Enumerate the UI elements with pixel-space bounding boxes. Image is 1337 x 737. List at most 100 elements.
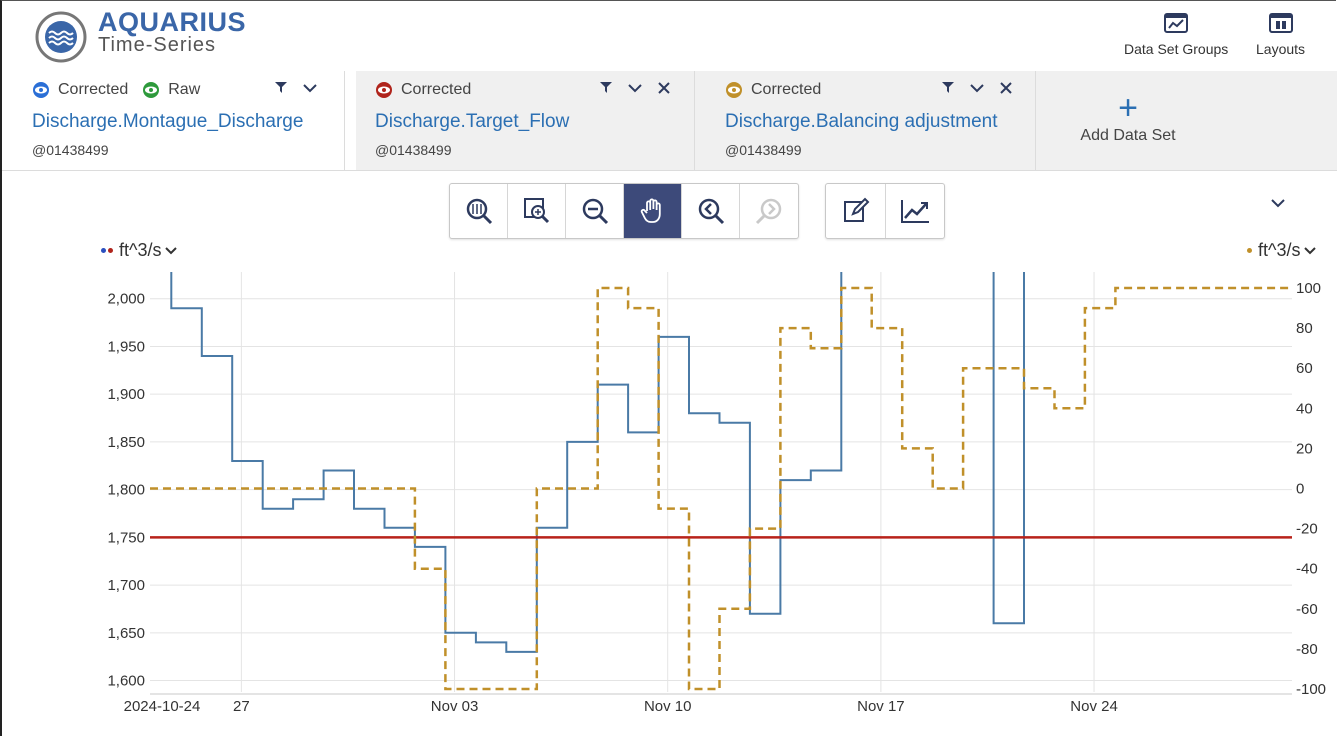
zoom-next-icon <box>755 198 782 225</box>
x-tick-label: 27 <box>233 698 250 715</box>
site-id: @01438499 <box>375 142 452 158</box>
data-set-groups-label: Data Set Groups <box>1124 41 1229 57</box>
x-tick-label: 2024-10-24 <box>124 698 201 715</box>
brand: AQUARIUS Time-Series <box>98 7 246 55</box>
add-data-set-label: Add Data Set <box>1080 127 1176 144</box>
zoom-out-button[interactable] <box>566 184 624 238</box>
brand-name: AQUARIUS <box>98 7 247 37</box>
balancing-adjustment-line <box>150 286 1292 691</box>
left-tick-label: 1,600 <box>107 673 145 690</box>
brand-subtitle: Time-Series <box>98 34 217 56</box>
chart-series <box>150 272 1292 691</box>
layouts-button[interactable]: Layouts <box>1256 13 1305 57</box>
eye-icon[interactable] <box>32 81 50 99</box>
left-axis-ticks: 1,600 1,650 1,700 1,750 1,800 1,850 1,900 1,950… <box>107 291 145 690</box>
close-icon[interactable] <box>999 81 1013 95</box>
filter-icon[interactable] <box>274 81 288 95</box>
left-tick-label: 1,700 <box>107 577 145 594</box>
filter-icon[interactable] <box>941 81 955 95</box>
edit-icon <box>843 197 869 222</box>
series-name: Discharge.Target_Flow <box>375 111 570 132</box>
right-tick-label: -80 <box>1296 641 1318 658</box>
left-tick-label: 2,000 <box>107 291 145 308</box>
data-set-tabs: Corrected Raw Discharge.Montague_Dischar… <box>2 71 1337 171</box>
right-tick-label: -40 <box>1296 561 1318 578</box>
zoom-previous-button[interactable] <box>682 184 740 238</box>
layouts-label: Layouts <box>1256 41 1306 57</box>
x-tick-label: Nov 17 <box>857 698 905 715</box>
right-tick-label: -100 <box>1296 681 1326 698</box>
raw-label: Raw <box>168 81 201 98</box>
right-tick-label: -20 <box>1296 521 1318 538</box>
x-tick-label: Nov 24 <box>1070 698 1118 715</box>
zoom-previous-icon <box>698 198 724 225</box>
series-name: Discharge.Montague_Discharge <box>32 111 304 132</box>
site-id: @01438499 <box>725 142 802 158</box>
right-tick-label: 80 <box>1296 320 1313 337</box>
tab-flags: Corrected Raw <box>32 81 200 99</box>
left-tick-label: 1,650 <box>107 625 145 642</box>
chart-window-icon <box>1164 13 1189 33</box>
discharge-line <box>170 272 843 653</box>
trend-button[interactable] <box>886 184 944 238</box>
edit-button[interactable] <box>826 184 886 238</box>
zoom-extents-icon <box>466 198 492 225</box>
right-axis-ticks: -100 -80 -60 -40 -20 0 20 40 60 80 100 <box>1296 280 1326 698</box>
corrected-label: Corrected <box>58 81 129 98</box>
time-series-chart[interactable]: 1,600 1,650 1,700 1,750 1,800 1,850 1,900 1,950… <box>0 237 1337 737</box>
right-tick-label: 20 <box>1296 440 1313 457</box>
zoom-toolbar <box>449 183 799 239</box>
left-tick-label: 1,800 <box>107 482 145 499</box>
zoom-box-icon <box>523 198 549 224</box>
eye-icon[interactable] <box>725 81 743 99</box>
layout-icon <box>1268 13 1293 33</box>
tab-controls <box>941 81 1013 95</box>
corrected-label: Corrected <box>751 81 822 98</box>
tab-controls <box>599 81 671 95</box>
zoom-out-icon <box>582 198 608 225</box>
right-tick-label: 60 <box>1296 360 1313 377</box>
x-axis-ticks: 2024-10-24 27 Nov 03 Nov 10 Nov 17 Nov 24 <box>124 698 1118 715</box>
right-tick-label: 100 <box>1296 280 1321 297</box>
discharge-line <box>992 272 1025 625</box>
aquarius-logo-icon <box>35 11 87 63</box>
chevron-down-icon[interactable] <box>969 81 985 95</box>
plus-icon: + <box>1118 89 1138 127</box>
chevron-down-icon[interactable] <box>302 81 318 95</box>
tab-target-flow[interactable]: Corrected Discharge.Target_Flow @0143849… <box>344 71 694 170</box>
app-header: AQUARIUS Time-Series Data Set Groups Lay… <box>2 1 1337 71</box>
edit-toolbar <box>825 183 945 239</box>
right-tick-label: 0 <box>1296 481 1304 498</box>
zoom-extents-button[interactable] <box>450 184 508 238</box>
series-name: Discharge.Balancing adjustment <box>725 111 998 132</box>
corrected-label: Corrected <box>401 81 472 98</box>
right-tick-label: -60 <box>1296 601 1318 618</box>
add-data-set-button[interactable]: + Add Data Set <box>1038 71 1218 170</box>
hand-icon <box>640 198 661 223</box>
close-icon[interactable] <box>657 81 671 95</box>
tab-flags: Corrected <box>725 81 821 99</box>
chart-grid <box>150 272 1292 695</box>
left-tick-label: 1,900 <box>107 386 145 403</box>
site-id: @01438499 <box>32 142 109 158</box>
pan-button[interactable] <box>624 184 682 238</box>
tab-flags: Corrected <box>375 81 471 99</box>
tab-controls <box>274 81 318 95</box>
data-set-groups-button[interactable]: Data Set Groups <box>1124 13 1228 57</box>
chevron-down-icon[interactable] <box>1268 195 1288 211</box>
right-tick-label: 40 <box>1296 400 1313 417</box>
x-tick-label: Nov 10 <box>644 698 692 715</box>
left-tick-label: 1,950 <box>107 338 145 355</box>
zoom-box-button[interactable] <box>508 184 566 238</box>
tab-balancing-adjustment[interactable]: Corrected Discharge.Balancing adjustment… <box>694 71 1036 170</box>
chevron-down-icon[interactable] <box>627 81 643 95</box>
x-tick-label: Nov 03 <box>431 698 479 715</box>
eye-icon[interactable] <box>375 81 393 99</box>
zoom-next-button[interactable] <box>740 184 798 238</box>
trend-icon <box>901 200 929 223</box>
eye-icon[interactable] <box>142 81 160 99</box>
tab-montague-discharge[interactable]: Corrected Raw Discharge.Montague_Dischar… <box>2 71 356 170</box>
left-tick-label: 1,750 <box>107 529 145 546</box>
left-tick-label: 1,850 <box>107 434 145 451</box>
filter-icon[interactable] <box>599 81 613 95</box>
